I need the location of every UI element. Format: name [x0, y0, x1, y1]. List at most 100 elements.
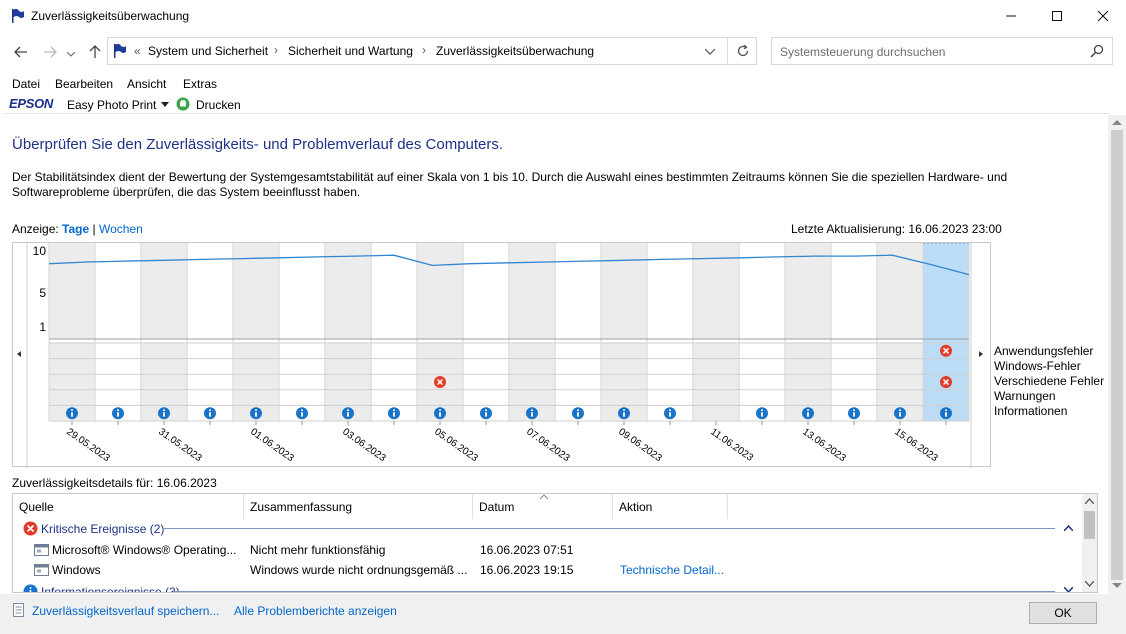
row-date[interactable]: 16.06.2023 19:15 — [480, 563, 573, 577]
column-header-source[interactable]: Quelle — [13, 494, 244, 519]
day-column[interactable] — [325, 243, 371, 339]
forward-button[interactable] — [40, 42, 60, 62]
search-box[interactable]: Systemsteuerung durchsuchen — [771, 37, 1113, 65]
collapse-icon[interactable] — [1064, 525, 1073, 531]
up-button[interactable] — [85, 42, 105, 62]
legend-misc-errors: Verschiedene Fehler — [994, 374, 1105, 388]
scroll-up-icon[interactable] — [1085, 498, 1094, 504]
window-app-icon — [34, 544, 49, 556]
caret-down-icon[interactable] — [161, 102, 169, 107]
epson-logo: EPSON — [9, 96, 54, 111]
table-scrollbar[interactable] — [1082, 494, 1097, 592]
window-app-icon — [34, 564, 49, 576]
info-icon-stem — [439, 412, 441, 417]
day-column[interactable] — [601, 243, 647, 339]
day-column[interactable] — [831, 243, 877, 339]
scroll-up-icon[interactable] — [1112, 119, 1122, 125]
day-column[interactable] — [141, 243, 187, 339]
column-header-summary[interactable]: Zusammenfassung — [244, 494, 473, 519]
row-date[interactable]: 16.06.2023 07:51 — [480, 543, 573, 557]
date-tick-label: 09.06.2023 — [616, 426, 664, 464]
day-column[interactable] — [417, 243, 463, 339]
window-title: Zuverlässigkeitsüberwachung — [31, 9, 190, 23]
row-source[interactable]: Microsoft® Windows® Operating... — [52, 543, 236, 557]
scroll-down-icon[interactable] — [1085, 581, 1094, 587]
save-history-link[interactable]: Zuverlässigkeitsverlauf speichern... — [32, 604, 219, 618]
day-event-column[interactable] — [693, 343, 739, 421]
refresh-icon — [737, 44, 749, 57]
breadcrumb-separator[interactable]: › — [274, 43, 278, 57]
breadcrumb-separator[interactable]: › — [422, 43, 426, 57]
search-input[interactable]: Systemsteuerung durchsuchen — [780, 45, 945, 59]
table-scrollbar-thumb[interactable] — [1084, 511, 1095, 539]
info-icon-dot — [807, 409, 809, 411]
refresh-button[interactable] — [727, 37, 757, 65]
day-column[interactable] — [463, 243, 509, 339]
view-weeks-link[interactable]: Wochen — [99, 222, 143, 236]
search-icon[interactable] — [1090, 44, 1104, 58]
row-summary[interactable]: Nicht mehr funktionsfähig — [250, 543, 385, 557]
save-document-icon — [13, 603, 24, 617]
info-icon-dot — [393, 409, 395, 411]
breadcrumb-system-security[interactable]: System und Sicherheit — [148, 44, 268, 58]
recent-dropdown-button[interactable] — [64, 44, 78, 64]
ok-button[interactable]: OK — [1029, 602, 1097, 624]
day-column[interactable] — [555, 243, 601, 339]
menu-ansicht[interactable]: Ansicht — [127, 77, 166, 91]
overflow-chevron[interactable]: « — [134, 44, 141, 58]
stability-chart-svg[interactable]: 10 5 1 29.05.2023 31.05.2023 01.06.2023 03.06.… — [13, 242, 992, 468]
maximize-button[interactable] — [1034, 0, 1080, 32]
info-icon-stem — [117, 412, 119, 417]
info-icon-stem — [485, 412, 487, 417]
breadcrumb-reliability-monitor[interactable]: Zuverlässigkeitsüberwachung — [436, 44, 594, 58]
menu-extras[interactable]: Extras — [183, 77, 217, 91]
day-column[interactable] — [509, 243, 555, 339]
day-column[interactable] — [371, 243, 417, 339]
day-column[interactable] — [647, 243, 693, 339]
info-icon-dot — [71, 409, 73, 411]
details-table[interactable]: Quelle Zusammenfassung Datum Aktion Krit… — [12, 493, 1098, 593]
menu-bearbeiten[interactable]: Bearbeiten — [55, 77, 113, 91]
address-bar[interactable]: « System und Sicherheit › Sicherheit und… — [107, 37, 757, 65]
scroll-down-icon[interactable] — [1112, 583, 1122, 589]
technical-details-link[interactable]: Technische Detail... — [620, 563, 724, 577]
info-icon-dot — [899, 409, 901, 411]
close-button[interactable] — [1080, 0, 1126, 32]
info-icon — [23, 584, 38, 592]
date-tick-label: 01.06.2023 — [248, 426, 296, 464]
page-description: Der Stabilitätsindex dient der Bewertung… — [12, 170, 1008, 199]
chart-scroll-right-icon[interactable] — [979, 351, 983, 357]
view-label: Anzeige: — [12, 222, 59, 236]
chart-scroll-left-icon[interactable] — [17, 351, 21, 357]
breadcrumb-security-maintenance[interactable]: Sicherheit und Wartung — [288, 44, 413, 58]
row-summary[interactable]: Windows wurde nicht ordnungsgemäß ... — [250, 563, 467, 577]
minimize-button[interactable] — [988, 0, 1034, 32]
info-icon-dot — [761, 409, 763, 411]
print-button[interactable]: Drucken — [196, 98, 241, 112]
expand-icon[interactable] — [1064, 587, 1073, 593]
arrow-right-icon — [44, 46, 57, 58]
day-column[interactable] — [785, 243, 831, 339]
row-source[interactable]: Windows — [52, 563, 101, 577]
printer-icon[interactable] — [176, 97, 190, 111]
info-icon-stem — [945, 412, 947, 417]
chevron-down-icon[interactable] — [705, 48, 715, 55]
group-critical-events[interactable]: Kritische Ereignisse (2) — [41, 522, 164, 536]
view-days-link[interactable]: Tage — [62, 222, 89, 236]
selected-day-column[interactable] — [922, 242, 970, 422]
reliability-chart[interactable]: 10 5 1 29.05.2023 31.05.2023 01.06.2023 03.06.… — [12, 242, 992, 468]
y-tick-label: 5 — [39, 286, 46, 300]
title-bar: Zuverlässigkeitsüberwachung — [0, 0, 1126, 32]
menu-datei[interactable]: Datei — [12, 77, 40, 91]
column-header-action[interactable]: Aktion — [613, 494, 728, 519]
all-problem-reports-link[interactable]: Alle Problemberichte anzeigen — [234, 604, 397, 618]
back-button[interactable] — [11, 42, 31, 62]
group-information-events[interactable]: Informationsereignisse (3) — [41, 585, 180, 592]
day-column[interactable] — [49, 243, 95, 339]
page-scrollbar-thumb[interactable] — [1111, 130, 1123, 580]
day-column[interactable] — [95, 243, 141, 339]
page-title: Überprüfen Sie den Zuverlässigkeits- und… — [12, 136, 504, 153]
easy-photo-print-button[interactable]: Easy Photo Print — [67, 98, 156, 112]
day-column[interactable] — [187, 243, 233, 339]
last-update: Letzte Aktualisierung: 16.06.2023 23:00 — [791, 222, 1002, 236]
